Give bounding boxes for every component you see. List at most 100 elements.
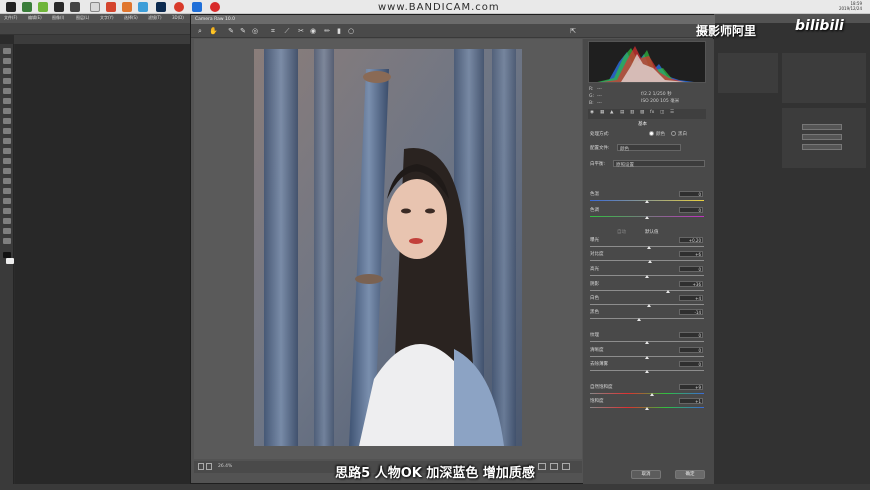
image-preview[interactable] — [194, 39, 582, 459]
red-eye-icon[interactable]: ◉ — [309, 27, 317, 35]
app-icon[interactable] — [192, 2, 202, 12]
slider-value-input[interactable]: 0 — [679, 266, 703, 272]
menu-item[interactable]: 滤镜(T) — [148, 15, 162, 21]
pen-tool-icon[interactable] — [3, 188, 11, 194]
radial-filter-icon[interactable]: ○ — [347, 27, 355, 35]
eyedropper-icon[interactable] — [3, 98, 11, 104]
slider-value-input[interactable]: 0 — [679, 347, 703, 353]
panel-button[interactable] — [802, 144, 842, 150]
slider-thumb[interactable] — [647, 304, 652, 307]
slider-label: 曝光 — [590, 238, 599, 243]
default-link[interactable]: 默认值 — [645, 229, 659, 235]
stamp-tool-icon[interactable] — [3, 128, 11, 134]
zoom-tool-icon[interactable] — [3, 238, 11, 244]
dialog-title: Camera Raw 10.0 — [191, 15, 715, 24]
slider-track[interactable] — [590, 290, 704, 291]
targeted-adjust-icon[interactable]: ◎ — [251, 27, 259, 35]
healing-brush-icon[interactable] — [3, 108, 11, 114]
blur-tool-icon[interactable] — [3, 168, 11, 174]
slider-track[interactable] — [590, 260, 704, 261]
color-sampler-icon[interactable]: ✎ — [239, 27, 247, 35]
menu-item[interactable]: 文件(F) — [4, 15, 17, 21]
crop-icon[interactable]: ⌗ — [269, 27, 277, 35]
slider-value-input[interactable]: +6 — [679, 251, 703, 257]
panel-button[interactable] — [802, 134, 842, 140]
brand-text: 摄影师阿里 — [696, 24, 757, 38]
type-tool-icon[interactable] — [3, 198, 11, 204]
gradient-tool-icon[interactable] — [3, 158, 11, 164]
menu-item[interactable]: 图层(L) — [76, 15, 89, 21]
menu-item[interactable]: 文字(Y) — [100, 15, 114, 21]
slider-value-input[interactable]: -14 — [679, 309, 703, 315]
spot-removal-icon[interactable]: ✂ — [297, 27, 305, 35]
menu-item[interactable]: 编辑(E) — [28, 15, 42, 21]
slider-value-input[interactable]: +9 — [679, 384, 703, 390]
slider-thumb[interactable] — [647, 246, 652, 249]
slider-label: 阴影 — [590, 282, 599, 287]
app-icon[interactable] — [106, 2, 116, 12]
zoom-icon[interactable]: ⌕ — [196, 27, 204, 35]
app-icon[interactable] — [22, 2, 32, 12]
photoshop-icon[interactable] — [156, 2, 166, 12]
quick-select-icon[interactable] — [3, 78, 11, 84]
dodge-tool-icon[interactable] — [3, 178, 11, 184]
slider-thumb[interactable] — [665, 290, 670, 293]
actions-panel — [782, 108, 866, 168]
white-balance-icon[interactable]: ✎ — [227, 27, 235, 35]
straighten-icon[interactable]: ⟋ — [283, 27, 291, 35]
path-select-icon[interactable] — [3, 208, 11, 214]
menu-item[interactable]: 图像(I) — [52, 15, 64, 21]
marquee-tool-icon[interactable] — [3, 58, 11, 64]
app-icon[interactable] — [138, 2, 148, 12]
graduated-filter-icon[interactable]: ▮ — [335, 27, 343, 35]
slider-thumb[interactable] — [649, 393, 654, 396]
slider-value-input[interactable]: 0 — [679, 332, 703, 338]
app-icon[interactable] — [38, 2, 48, 12]
lasso-tool-icon[interactable] — [3, 68, 11, 74]
slider-thumb[interactable] — [648, 260, 653, 263]
hand-icon[interactable]: ✋ — [209, 27, 218, 35]
eraser-tool-icon[interactable] — [3, 148, 11, 154]
slider-value-input[interactable]: +4 — [679, 295, 703, 301]
menu-item[interactable]: 选择(S) — [124, 15, 138, 21]
slider-thumb[interactable] — [637, 318, 642, 321]
crop-tool-icon[interactable] — [3, 88, 11, 94]
slider-value-input[interactable]: +0.20 — [679, 237, 703, 243]
menu-item[interactable]: 3D(D) — [172, 15, 184, 20]
slider-thumb[interactable] — [645, 275, 649, 278]
hand-tool-icon[interactable] — [3, 228, 11, 234]
slider-value-input[interactable]: 0 — [679, 361, 703, 367]
panel-button[interactable] — [802, 124, 842, 130]
shape-tool-icon[interactable] — [3, 218, 11, 224]
slider-value-input[interactable]: +36 — [679, 281, 703, 287]
adjustment-brush-icon[interactable]: ✏ — [323, 27, 331, 35]
app-icon[interactable] — [54, 2, 64, 12]
auto-link[interactable]: 自动 — [617, 229, 626, 235]
slider-value-input[interactable]: 0 — [679, 191, 703, 197]
document-tabs[interactable] — [14, 35, 190, 44]
move-tool-icon[interactable] — [3, 48, 11, 54]
brush-tool-icon[interactable] — [3, 118, 11, 124]
slider-thumb[interactable] — [645, 200, 649, 203]
background-color-icon[interactable] — [6, 258, 14, 264]
slider-value-input[interactable]: +1 — [679, 398, 703, 404]
slider-thumb[interactable] — [645, 407, 649, 410]
bilibili-logo: bilibili — [795, 18, 844, 34]
app-icon[interactable] — [210, 2, 220, 12]
app-icon[interactable] — [122, 2, 132, 12]
open-preferences-icon[interactable]: ⇱ — [569, 27, 577, 35]
history-brush-icon[interactable] — [3, 138, 11, 144]
slider-thumb[interactable] — [645, 370, 649, 373]
app-icon[interactable] — [70, 2, 80, 12]
slider-thumb[interactable] — [645, 216, 649, 219]
slider-label: 饱和度 — [590, 399, 604, 404]
windows-start-icon[interactable] — [6, 2, 16, 12]
slider-thumb[interactable] — [645, 341, 649, 344]
slider-track[interactable] — [590, 393, 704, 394]
app-icon[interactable] — [90, 2, 100, 12]
slider-track[interactable] — [590, 318, 704, 319]
slider-thumb[interactable] — [645, 356, 649, 359]
slider-value-input[interactable]: 0 — [679, 207, 703, 213]
chrome-icon[interactable] — [174, 2, 184, 12]
camera-raw-dialog: Camera Raw 10.0 ⌕ ✋ ✎ ✎ ◎ ⌗ ⟋ ✂ ◉ ✏ ▮ ○ … — [190, 14, 715, 484]
